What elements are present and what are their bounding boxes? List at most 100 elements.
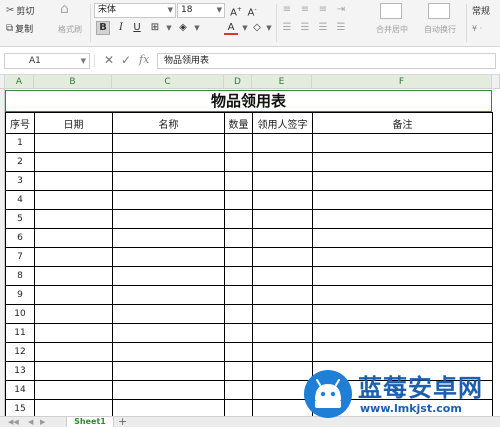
note-cell[interactable] (312, 228, 493, 248)
qty-cell[interactable] (224, 304, 253, 324)
row-number-cell[interactable]: 9 (5, 285, 35, 305)
signature-cell[interactable] (252, 342, 313, 362)
note-cell[interactable] (312, 133, 493, 153)
signature-cell[interactable] (252, 304, 313, 324)
name-cell[interactable] (112, 361, 225, 381)
cancel-icon[interactable]: ✕ (104, 53, 114, 67)
wrap-text-icon[interactable] (428, 3, 450, 19)
header-cell[interactable]: 数量 (224, 112, 253, 134)
date-cell[interactable] (34, 285, 113, 305)
next-sheet-icon[interactable]: ▶ (40, 418, 45, 426)
name-cell[interactable] (112, 209, 225, 229)
note-cell[interactable] (312, 209, 493, 229)
name-cell[interactable] (112, 380, 225, 400)
name-box[interactable]: A1 ▼ (4, 53, 90, 69)
date-cell[interactable] (34, 266, 113, 286)
qty-cell[interactable] (224, 285, 253, 305)
font-size-select[interactable]: 18 ▼ (177, 3, 225, 18)
align-middle-icon[interactable]: ≡ (298, 3, 312, 17)
row-number-cell[interactable]: 8 (5, 266, 35, 286)
chevron-down-icon[interactable]: ▼ (190, 21, 204, 35)
fill-color-icon[interactable]: ◈ (176, 21, 190, 35)
signature-cell[interactable] (252, 209, 313, 229)
insert-function-button[interactable]: fx (139, 53, 149, 66)
date-cell[interactable] (34, 152, 113, 172)
column-header[interactable]: B (34, 75, 112, 89)
align-right-icon[interactable]: ☰ (316, 21, 330, 35)
column-header[interactable]: E (252, 75, 312, 89)
confirm-icon[interactable]: ✓ (121, 53, 131, 67)
justify-icon[interactable]: ☰ (334, 21, 348, 35)
date-cell[interactable] (34, 361, 113, 381)
name-cell[interactable] (112, 323, 225, 343)
row-number-cell[interactable]: 14 (5, 380, 35, 400)
note-cell[interactable] (312, 171, 493, 191)
note-cell[interactable] (312, 152, 493, 172)
date-cell[interactable] (34, 323, 113, 343)
cut-button[interactable]: ✂ 剪切 (6, 4, 34, 17)
note-cell[interactable] (312, 323, 493, 343)
signature-cell[interactable] (252, 228, 313, 248)
name-cell[interactable] (112, 171, 225, 191)
note-cell[interactable] (312, 266, 493, 286)
qty-cell[interactable] (224, 380, 253, 400)
indent-icon[interactable]: ⇥ (334, 3, 348, 17)
row-number-cell[interactable]: 2 (5, 152, 35, 172)
row-number-cell[interactable]: 10 (5, 304, 35, 324)
chevron-down-icon[interactable]: ▼ (262, 21, 276, 35)
header-cell[interactable]: 领用人签字 (252, 112, 313, 134)
sheet-title-cell[interactable]: 物品领用表 (5, 90, 492, 112)
row-number-cell[interactable]: 7 (5, 247, 35, 267)
qty-cell[interactable] (224, 171, 253, 191)
note-cell[interactable] (312, 342, 493, 362)
name-cell[interactable] (112, 228, 225, 248)
date-cell[interactable] (34, 342, 113, 362)
name-cell[interactable] (112, 304, 225, 324)
first-sheet-icon[interactable]: ◀◀ (8, 418, 19, 426)
row-number-cell[interactable]: 6 (5, 228, 35, 248)
increase-font-icon[interactable]: A+ (229, 3, 243, 18)
row-number-cell[interactable]: 1 (5, 133, 35, 153)
signature-cell[interactable] (252, 323, 313, 343)
date-cell[interactable] (34, 247, 113, 267)
underline-button[interactable]: U (130, 21, 144, 35)
date-cell[interactable] (34, 133, 113, 153)
qty-cell[interactable] (224, 266, 253, 286)
font-name-select[interactable]: 宋体 ▼ (94, 3, 176, 18)
header-cell[interactable]: 名称 (112, 112, 225, 134)
date-cell[interactable] (34, 304, 113, 324)
name-cell[interactable] (112, 190, 225, 210)
align-left-icon[interactable]: ☰ (280, 21, 294, 35)
name-cell[interactable] (112, 266, 225, 286)
row-number-cell[interactable]: 3 (5, 171, 35, 191)
formula-input[interactable]: 物品领用表 (157, 53, 496, 69)
note-cell[interactable] (312, 304, 493, 324)
column-header[interactable]: F (312, 75, 492, 89)
name-cell[interactable] (112, 285, 225, 305)
font-color-button[interactable]: A (224, 21, 238, 35)
date-cell[interactable] (34, 380, 113, 400)
bold-button[interactable]: B (96, 21, 110, 35)
decrease-font-icon[interactable]: A- (245, 3, 259, 18)
signature-cell[interactable] (252, 266, 313, 286)
name-cell[interactable] (112, 133, 225, 153)
copy-button[interactable]: ⧉ 复制 (6, 22, 33, 35)
signature-cell[interactable] (252, 285, 313, 305)
add-sheet-button[interactable]: + (118, 415, 127, 428)
date-cell[interactable] (34, 399, 113, 416)
qty-cell[interactable] (224, 361, 253, 381)
row-number-cell[interactable]: 15 (5, 399, 35, 416)
header-cell[interactable]: 日期 (34, 112, 113, 134)
column-header[interactable]: A (5, 75, 34, 89)
row-number-cell[interactable]: 4 (5, 190, 35, 210)
note-cell[interactable] (312, 190, 493, 210)
note-cell[interactable] (312, 247, 493, 267)
header-cell[interactable]: 备注 (312, 112, 493, 134)
qty-cell[interactable] (224, 399, 253, 416)
qty-cell[interactable] (224, 209, 253, 229)
name-cell[interactable] (112, 399, 225, 416)
date-cell[interactable] (34, 228, 113, 248)
signature-cell[interactable] (252, 133, 313, 153)
date-cell[interactable] (34, 190, 113, 210)
column-header[interactable]: D (224, 75, 252, 89)
